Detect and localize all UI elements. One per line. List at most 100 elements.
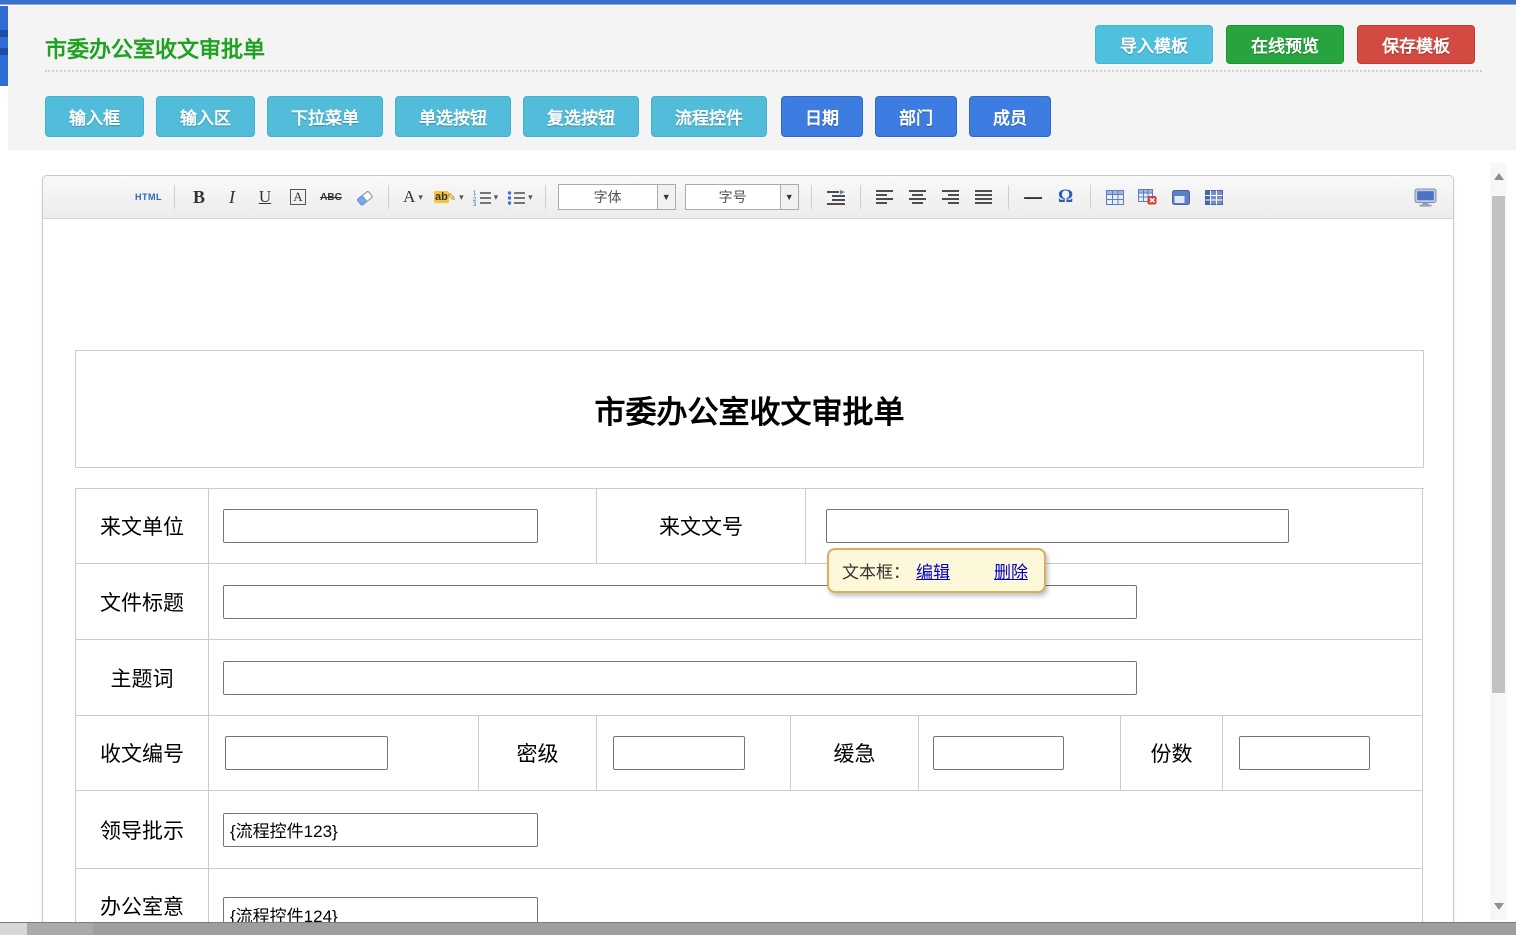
- control-palette: 输入框 输入区 下拉菜单 单选按钮 复选按钮 流程控件 日期 部门 成员: [45, 96, 1051, 137]
- delete-table-icon[interactable]: [1136, 184, 1160, 210]
- header: 市委办公室收文审批单 导入模板 在线预览 保存模板 输入框 输入区 下拉菜单 单…: [8, 6, 1516, 150]
- label-leader-comments: 领导批示: [76, 791, 209, 869]
- insert-checkbox-button[interactable]: 复选按钮: [523, 96, 639, 137]
- underline-icon[interactable]: U: [253, 184, 277, 210]
- left-strip-mark: [0, 30, 8, 37]
- template-editor-page: 市委办公室收文审批单 导入模板 在线预览 保存模板 输入框 输入区 下拉菜单 单…: [0, 0, 1516, 935]
- save-template-button[interactable]: 保存模板: [1357, 25, 1475, 64]
- source-unit-input[interactable]: [223, 509, 538, 543]
- indent-icon[interactable]: [824, 184, 848, 210]
- keywords-input[interactable]: [223, 661, 1137, 695]
- label-keywords: 主题词: [76, 640, 209, 716]
- bottom-bar: [0, 922, 1516, 935]
- ordered-list-icon[interactable]: 123▾: [473, 184, 499, 210]
- label-doc-title: 文件标题: [76, 564, 209, 640]
- leader-comments-flow-control-input[interactable]: [223, 813, 538, 847]
- dotted-divider: [45, 70, 1482, 72]
- urgency-input[interactable]: [933, 736, 1064, 770]
- doc-number-input[interactable]: [826, 509, 1289, 543]
- receipt-number-input[interactable]: [225, 736, 388, 770]
- table-row: 文件标题: [76, 564, 1424, 640]
- scrollbar-thumb[interactable]: [1492, 196, 1505, 693]
- font-color-icon[interactable]: A▾: [401, 184, 425, 210]
- horizontal-rule-icon[interactable]: —: [1021, 184, 1045, 210]
- align-right-icon[interactable]: [939, 184, 963, 210]
- label-copies: 份数: [1121, 716, 1223, 791]
- remove-format-eraser-icon[interactable]: [352, 184, 376, 210]
- label-source-unit: 来文单位: [76, 489, 209, 564]
- copies-input[interactable]: [1239, 736, 1370, 770]
- special-char-icon[interactable]: Ω: [1054, 184, 1078, 210]
- page-title: 市委办公室收文审批单: [45, 32, 265, 64]
- html-source-icon[interactable]: HTML: [135, 184, 162, 210]
- bold-icon[interactable]: B: [187, 184, 211, 210]
- scroll-up-arrow-icon[interactable]: [1494, 173, 1504, 180]
- scroll-down-arrow-icon[interactable]: [1494, 903, 1504, 910]
- insert-member-button[interactable]: 成员: [969, 96, 1051, 137]
- form-table: 来文单位 来文文号 文件标题 主题词 收文编号: [75, 488, 1424, 935]
- italic-icon[interactable]: I: [220, 184, 244, 210]
- toolbar-separator: [174, 185, 175, 209]
- vertical-scrollbar[interactable]: [1490, 163, 1507, 920]
- label-receipt-number: 收文编号: [76, 716, 209, 791]
- insert-department-button[interactable]: 部门: [875, 96, 957, 137]
- insert-radio-button[interactable]: 单选按钮: [395, 96, 511, 137]
- toolbar-separator: [1008, 185, 1009, 209]
- tooltip-label: 文本框：: [842, 558, 910, 583]
- font-family-select[interactable]: 字体▼: [558, 184, 676, 210]
- textbox-context-tooltip: 文本框： 编辑 删除: [827, 548, 1046, 593]
- cell-copies: [1223, 716, 1423, 791]
- left-strip-mark: [0, 48, 8, 55]
- toolbar-separator: [388, 185, 389, 209]
- toolbar-separator: [860, 185, 861, 209]
- table-row: 领导批示: [76, 791, 1424, 869]
- insert-dropdown-button[interactable]: 下拉菜单: [267, 96, 383, 137]
- highlight-color-icon[interactable]: ab✎▾: [434, 184, 464, 210]
- cell-security-level: [597, 716, 791, 791]
- table-cell-props-icon[interactable]: [1169, 184, 1193, 210]
- cell-source-unit: [209, 489, 597, 564]
- table-row: 来文单位 来文文号: [76, 489, 1424, 564]
- security-level-input[interactable]: [613, 736, 745, 770]
- scrollbar-corner: [0, 923, 27, 935]
- delete-link[interactable]: 删除: [994, 558, 1028, 583]
- toolbar-separator: [811, 185, 812, 209]
- form-title-cell: 市委办公室收文审批单: [75, 350, 1424, 468]
- insert-inputbox-button[interactable]: 输入框: [45, 96, 144, 137]
- editor-toolbar: HTML B I U A ABC A▾ ab✎▾ 123▾ ▾: [43, 176, 1453, 219]
- template-actions: 导入模板 在线预览 保存模板: [1095, 25, 1475, 64]
- edit-link[interactable]: 编辑: [916, 558, 950, 583]
- align-center-icon[interactable]: [906, 184, 930, 210]
- label-doc-number: 来文文号: [597, 489, 806, 564]
- insert-date-button[interactable]: 日期: [781, 96, 863, 137]
- insert-flowcontrol-button[interactable]: 流程控件: [651, 96, 767, 137]
- online-preview-button[interactable]: 在线预览: [1226, 25, 1344, 64]
- toolbar-separator: [545, 185, 546, 209]
- label-urgency: 缓急: [791, 716, 919, 791]
- form-title: 市委办公室收文审批单: [595, 387, 905, 432]
- window-top-bar: [0, 0, 1516, 5]
- cell-receipt-number: [209, 716, 479, 791]
- bottom-bar-segment: [27, 923, 93, 935]
- font-size-select[interactable]: 字号▼: [685, 184, 799, 210]
- label-security-level: 密级: [479, 716, 597, 791]
- chevron-down-icon: ▼: [657, 185, 675, 209]
- import-template-button[interactable]: 导入模板: [1095, 25, 1213, 64]
- boxed-a-icon[interactable]: A: [290, 189, 305, 205]
- cell-keywords: [209, 640, 1423, 716]
- toolbar-separator: [1090, 185, 1091, 209]
- table-row: 主题词: [76, 640, 1424, 716]
- insert-table-icon[interactable]: [1103, 184, 1127, 210]
- insert-textarea-button[interactable]: 输入区: [156, 96, 255, 137]
- window-left-strip: [0, 6, 8, 86]
- table-props-icon[interactable]: [1202, 184, 1226, 210]
- cell-doc-title: [209, 564, 1423, 640]
- svg-text:3: 3: [473, 202, 477, 206]
- table-row: 收文编号 密级 缓急 份数: [76, 716, 1424, 791]
- unordered-list-icon[interactable]: ▾: [507, 184, 533, 210]
- fullscreen-icon[interactable]: [1413, 184, 1437, 210]
- align-left-icon[interactable]: [873, 184, 897, 210]
- align-justify-icon[interactable]: [972, 184, 996, 210]
- strikethrough-icon[interactable]: ABC: [319, 184, 343, 210]
- cell-urgency: [919, 716, 1121, 791]
